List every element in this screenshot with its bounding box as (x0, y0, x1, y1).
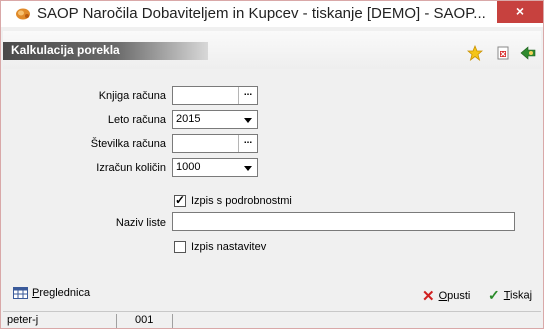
grid-icon (13, 287, 28, 300)
podrobnosti-label[interactable]: Izpis s podrobnostmi (191, 195, 292, 207)
confirm-check-icon: ✓ (488, 287, 500, 303)
leto-dropdown-icon[interactable] (240, 111, 257, 128)
opusti-label: Opusti (438, 289, 471, 302)
stevilka-label: Številka računa (90, 138, 166, 150)
status-user: peter-j (5, 314, 117, 328)
caption-band: Kalkulacija porekla (3, 42, 208, 60)
knjiga-field[interactable]: ... (172, 86, 258, 105)
leto-select[interactable]: 2015 (172, 110, 258, 129)
exit-doc-icon[interactable] (495, 45, 511, 61)
window-title: SAOP Naročila Dobaviteljem in Kupcev - t… (37, 5, 486, 22)
knjiga-label: Knjiga računa (98, 90, 166, 102)
close-button[interactable]: × (497, 1, 543, 23)
cancel-x-icon: ✕ (422, 288, 435, 305)
tiskaj-label: Tiskaj (503, 289, 533, 302)
application-window: SAOP Naročila Dobaviteljem in Kupcev - t… (0, 0, 544, 329)
opusti-button[interactable]: ✕ Opusti (422, 287, 470, 305)
knjiga-browse-button[interactable]: ... (238, 87, 257, 104)
naziv-input[interactable] (172, 212, 515, 231)
status-code: 001 (133, 314, 173, 328)
naziv-label: Naziv liste (115, 217, 166, 229)
nastavitev-label[interactable]: Izpis nastavitev (191, 241, 266, 253)
stevilka-browse-button[interactable]: ... (238, 135, 257, 152)
title-bar[interactable]: SAOP Naročila Dobaviteljem in Kupcev - t… (1, 1, 543, 27)
izracun-select[interactable]: 1000 (172, 158, 258, 177)
izracun-value: 1000 (176, 161, 201, 173)
preglednica-label: Preglednica (32, 287, 91, 299)
izracun-label: Izračun količin (96, 162, 166, 174)
izracun-dropdown-icon[interactable] (240, 159, 257, 176)
help-arrow-icon[interactable] (520, 45, 536, 61)
tiskaj-button[interactable]: ✓ Tiskaj (488, 287, 532, 304)
checkmark-icon: ✓ (175, 193, 186, 207)
leto-label: Leto računa (107, 114, 166, 126)
stevilka-field[interactable]: ... (172, 134, 258, 153)
status-bar: peter-j 001 (3, 311, 541, 328)
star-icon[interactable] (467, 45, 483, 61)
nastavitev-checkbox[interactable] (174, 241, 186, 253)
podrobnosti-checkbox[interactable]: ✓ (174, 193, 186, 207)
form-caption: Kalkulacija porekla (11, 43, 120, 57)
saop-app-icon (16, 8, 30, 20)
preglednica-button[interactable]: Preglednica (13, 287, 91, 300)
leto-value: 2015 (176, 113, 201, 125)
